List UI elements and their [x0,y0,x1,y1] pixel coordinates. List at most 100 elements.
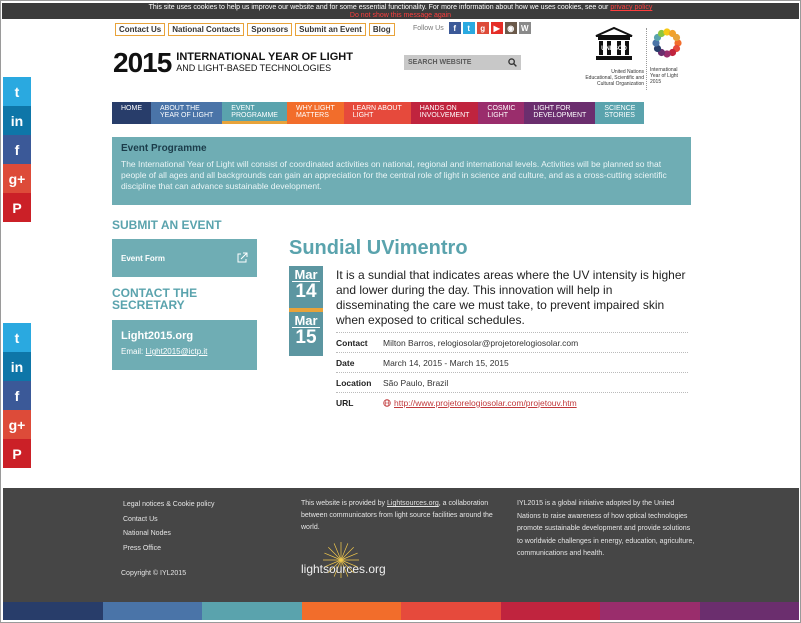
facebook-icon[interactable]: f [3,381,31,410]
footer: Legal notices & Cookie policy Contact Us… [3,488,799,602]
email-link[interactable]: Light2015@ictp.it [145,347,207,356]
iyl-logo[interactable]: International Year of Light 2015 [650,26,690,85]
search-input[interactable]: SEARCH WEBSITE [408,59,471,66]
nav-label-line-1: ABOUT THE [160,105,200,112]
nav-label-line-1: SCIENCE [604,105,636,112]
end-day: 15 [295,327,317,348]
pinterest-icon[interactable]: P [3,439,31,468]
stripe-segment [102,602,202,620]
nav-item-why-light[interactable]: WHY LIGHT MATTERS [286,102,344,124]
nav-item-science[interactable]: SCIENCE STORIES [595,102,645,124]
detail-key: Location [336,377,372,388]
start-date-badge: Mar 14 [289,266,323,308]
footer-links: Legal notices & Cookie policy Contact Us… [123,498,214,556]
intro-box: Event Programme The International Year o… [112,137,691,205]
nav-label-line-1: HOME [121,105,142,112]
press-office-link[interactable]: Press Office [123,542,214,557]
footer-about: IYL2015 is a global initiative adopted b… [517,500,695,557]
search-icon[interactable] [508,58,517,67]
stripe-segment [699,602,799,620]
linkedin-icon[interactable]: in [3,352,31,381]
nav-item-about-the[interactable]: ABOUT THE YEAR OF LIGHT [151,102,223,124]
facebook-icon[interactable]: f [448,22,461,34]
stripe-segment [500,602,600,620]
nav-label-line-2: DEVELOPMENT [533,112,587,119]
national-nodes-link[interactable]: National Nodes [123,527,214,542]
copyright: Copyright © IYL2015 [121,570,187,577]
nav-item-hands-on[interactable]: HANDS ON INVOLVEMENT [410,102,479,124]
detail-location: Location São Paulo, Brazil [336,372,688,392]
contact-secretary-heading: CONTACT THE SECRETARY [112,287,197,311]
google-plus-icon[interactable]: g+ [3,410,31,439]
youtube-icon[interactable]: ▶ [490,22,503,34]
cookie-banner: This site uses cookies to help us improv… [2,3,799,19]
stripe-segment [3,602,103,620]
event-form-label: Event Form [121,253,166,263]
email-label: Email: [121,347,144,356]
event-url-link[interactable]: http://www.projetorelogiosolar.com/proje… [394,398,577,408]
color-stripe [3,602,799,620]
site-logo[interactable]: 2015 INTERNATIONAL YEAR OF LIGHT AND LIG… [113,49,353,77]
cookie-dismiss-link[interactable]: Do not show this message again [2,12,799,20]
end-month: Mar [292,312,320,328]
lightsources-logo[interactable]: lightsources.org [301,542,386,578]
search-box[interactable]: SEARCH WEBSITE [404,55,521,70]
twitter-icon[interactable]: t [462,22,475,34]
pinterest-icon[interactable]: P [3,193,31,222]
nav-label-line-2: PROGRAMME [231,112,278,119]
top-links: Contact Us National Contacts Sponsors Su… [115,23,395,36]
nav-label-line-2: STORIES [604,112,635,119]
legal-notices-link[interactable]: Legal notices & Cookie policy [123,498,214,513]
iyl-flower-icon [652,28,682,58]
intro-body: The International Year of Light will con… [121,159,667,191]
logo-year: 2015 [113,47,172,78]
nav-label-line-1: WHY LIGHT [295,105,335,112]
national-contacts-link[interactable]: National Contacts [168,23,245,36]
detail-date: Date March 14, 2015 - March 15, 2015 [336,352,688,372]
nav-item-cosmic[interactable]: COSMIC LIGHT [478,102,525,124]
twitter-icon[interactable]: t [3,323,31,352]
globe-icon [383,398,391,407]
event-description: It is a sundial that indicates areas whe… [336,268,686,327]
google-plus-icon[interactable]: g [476,22,489,34]
stripe-segment [401,602,501,620]
logo-divider [646,28,647,90]
facebook-icon[interactable]: f [3,135,31,164]
org-name: Light2015.org [121,330,194,342]
start-day: 14 [295,281,317,302]
nav-label-line-2: MATTERS [295,112,329,119]
unesco-logo[interactable]: UNESCO United Nations Educational, Scien… [584,26,644,87]
blog-link[interactable]: Blog [368,23,395,36]
external-link-icon [237,252,248,263]
nav-item-light-for[interactable]: LIGHT FOR DEVELOPMENT [524,102,596,124]
logo-line-1: INTERNATIONAL YEAR OF LIGHT [176,51,353,63]
flower-petal [672,33,681,42]
nav-label-line-2: YEAR OF LIGHT [160,112,214,119]
iyl-caption-3: 2015 [650,79,662,85]
linkedin-icon[interactable]: in [3,106,31,135]
cookie-text: This site uses cookies to help us improv… [148,4,609,11]
nav-item-home[interactable]: HOME [112,102,151,124]
detail-key: Date [336,357,355,368]
nav-item-event[interactable]: EVENT PROGRAMME [222,102,287,124]
nav-label-line-2: LIGHT [487,112,509,119]
unesco-caption-3: Cultural Organization [597,81,644,87]
privacy-policy-link[interactable]: privacy policy [610,4,652,11]
contact-us-link[interactable]: Contact Us [115,23,166,36]
wordpress-icon[interactable]: W [518,22,531,34]
lightsources-wordmark: lightsources.org [301,562,386,576]
provided-pre: This website is provided by [301,500,386,507]
google-plus-icon[interactable]: g+ [3,164,31,193]
twitter-icon[interactable]: t [3,77,31,106]
unesco-temple-icon: UNESCO [595,26,633,60]
event-form-button[interactable]: Event Form [112,239,257,277]
lightsources-link[interactable]: Lightsources.org [387,500,439,507]
submit-event-link[interactable]: Submit an Event [295,23,366,36]
nav-label-line-2: INVOLVEMENT [419,112,470,119]
sponsors-link[interactable]: Sponsors [247,23,293,36]
nav-label-line-1: LIGHT FOR [533,105,571,112]
nav-item-learn-about[interactable]: LEARN ABOUT LIGHT [343,102,411,124]
nav-label-line-1: EVENT [231,105,255,112]
instagram-icon[interactable]: ◉ [504,22,517,34]
footer-contact-link[interactable]: Contact Us [123,513,214,528]
